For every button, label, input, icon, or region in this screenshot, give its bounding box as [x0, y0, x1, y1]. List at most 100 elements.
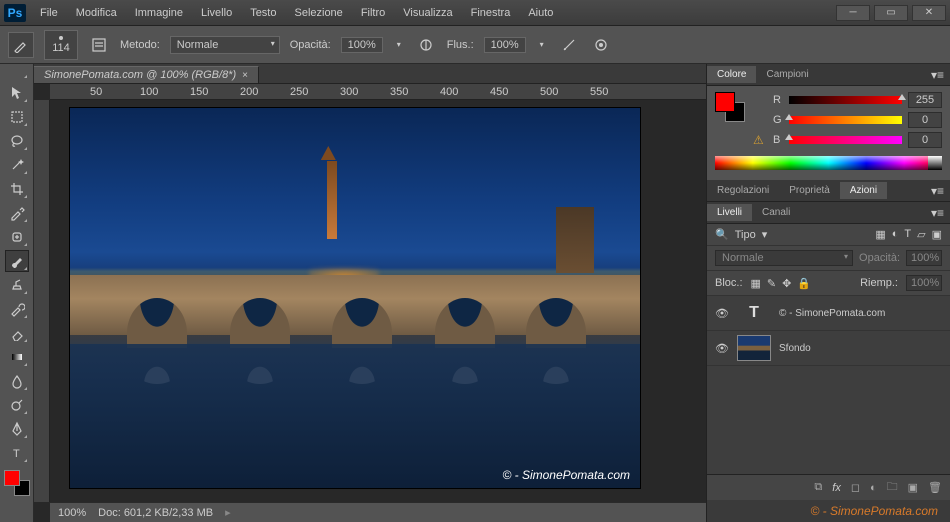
move-tool[interactable]	[5, 82, 29, 104]
filter-adjust-icon[interactable]: ◐	[892, 228, 899, 241]
menu-select[interactable]: Selezione	[286, 4, 350, 22]
layers-panel-menu-icon[interactable]: ▾≡	[925, 206, 950, 220]
flow-flyout-icon[interactable]: ▾	[536, 40, 548, 49]
eraser-tool[interactable]	[5, 322, 29, 344]
visibility-icon[interactable]: 👁	[715, 307, 729, 320]
close-tab-icon[interactable]: ×	[242, 70, 248, 81]
layer-opacity-field[interactable]: 100%	[906, 250, 942, 266]
link-layers-icon[interactable]: ⧉	[814, 481, 822, 494]
r-value[interactable]: 255	[908, 92, 942, 108]
minimize-button[interactable]: ─	[836, 5, 870, 21]
menu-file[interactable]: File	[32, 4, 66, 22]
layer-mask-icon[interactable]: ◻	[851, 481, 860, 494]
blend-mode-dropdown[interactable]: Normale	[170, 36, 280, 54]
adjust-panel-menu-icon[interactable]: ▾≡	[925, 184, 950, 198]
history-brush-tool[interactable]	[5, 298, 29, 320]
filter-pixel-icon[interactable]: ▦	[875, 228, 885, 241]
doc-size[interactable]: Doc: 601,2 KB/2,33 MB	[98, 507, 213, 519]
tab-actions[interactable]: Azioni	[840, 182, 887, 199]
type-tool[interactable]: T	[5, 442, 29, 464]
lock-all-icon[interactable]: 🔒	[797, 277, 811, 290]
r-slider[interactable]	[789, 95, 902, 105]
close-button[interactable]: ✕	[912, 5, 946, 21]
clone-stamp-tool[interactable]	[5, 274, 29, 296]
layer-name[interactable]: Sfondo	[779, 343, 811, 354]
opacity-field[interactable]: 100%	[341, 37, 383, 53]
adjustment-layer-icon[interactable]: ◐	[870, 482, 877, 494]
horizontal-ruler[interactable]: 50 100 150 200 250 300 350 400 450 500 5…	[50, 84, 706, 100]
magic-wand-tool[interactable]	[5, 154, 29, 176]
lock-pixels-icon[interactable]: ✎	[767, 277, 776, 290]
menu-help[interactable]: Aiuto	[520, 4, 561, 22]
pressure-size-icon[interactable]	[590, 34, 612, 56]
tab-layers[interactable]: Livelli	[707, 204, 752, 221]
g-slider[interactable]	[789, 115, 902, 125]
layer-blend-dropdown[interactable]: Normale	[715, 250, 853, 266]
tab-color[interactable]: Colore	[707, 66, 756, 83]
opacity-flyout-icon[interactable]: ▾	[393, 40, 405, 49]
eyedropper-tool[interactable]	[5, 202, 29, 224]
gamut-warning-icon[interactable]: ⚠	[753, 133, 767, 147]
color-swatch[interactable]	[4, 470, 30, 496]
layer-row[interactable]: 👁 T © - SimonePomata.com	[707, 296, 950, 331]
menu-layer[interactable]: Livello	[193, 4, 240, 22]
tab-swatches[interactable]: Campioni	[756, 66, 818, 83]
vertical-ruler[interactable]	[34, 100, 50, 502]
dodge-tool[interactable]	[5, 394, 29, 416]
menu-window[interactable]: Finestra	[463, 4, 519, 22]
g-value[interactable]: 0	[908, 112, 942, 128]
flow-label: Flus.:	[447, 39, 474, 51]
crop-tool[interactable]	[5, 178, 29, 200]
marquee-tool[interactable]	[5, 106, 29, 128]
layer-row[interactable]: 👁 Sfondo	[707, 331, 950, 366]
menu-edit[interactable]: Modifica	[68, 4, 125, 22]
new-layer-icon[interactable]: ▣	[908, 481, 918, 494]
healing-brush-tool[interactable]	[5, 226, 29, 248]
tab-adjustments[interactable]: Regolazioni	[707, 182, 779, 199]
menu-image[interactable]: Immagine	[127, 4, 191, 22]
document-tab[interactable]: SimonePomata.com @ 100% (RGB/8*) ×	[34, 66, 259, 83]
pen-tool[interactable]	[5, 418, 29, 440]
delete-layer-icon[interactable]: 🗑	[928, 481, 942, 494]
brush-preset-picker[interactable]: 114	[44, 30, 78, 60]
visibility-icon[interactable]: 👁	[715, 342, 729, 355]
brush-tool[interactable]	[5, 250, 29, 272]
layer-name[interactable]: © - SimonePomata.com	[779, 308, 885, 319]
filter-kind-flyout-icon[interactable]: ▾	[762, 228, 768, 241]
color-panel-menu-icon[interactable]: ▾≡	[925, 68, 950, 82]
color-spectrum[interactable]	[715, 156, 942, 170]
flow-field[interactable]: 100%	[484, 37, 526, 53]
canvas-viewport[interactable]: © - SimonePomata.com	[50, 100, 706, 502]
lock-position-icon[interactable]: ✥	[782, 277, 791, 290]
filter-shape-icon[interactable]: ▱	[917, 228, 925, 241]
lasso-tool[interactable]	[5, 130, 29, 152]
fill-field[interactable]: 100%	[906, 275, 942, 291]
status-flyout-icon[interactable]: ▸	[225, 506, 231, 519]
tool-preset-icon[interactable]	[8, 32, 34, 58]
lock-transparent-icon[interactable]: ▦	[751, 277, 761, 290]
filter-type-icon[interactable]: T	[904, 228, 911, 241]
tab-channels[interactable]: Canali	[752, 204, 800, 221]
foreground-color-swatch[interactable]	[4, 470, 20, 486]
gradient-tool[interactable]	[5, 346, 29, 368]
layer-filter-bar: 🔍 Tipo ▾ ▦ ◐ T ▱ ▣	[707, 224, 950, 246]
filter-smart-icon[interactable]: ▣	[932, 228, 942, 241]
b-slider[interactable]	[789, 135, 902, 145]
layer-fx-icon[interactable]: fx	[832, 482, 841, 494]
pressure-opacity-icon[interactable]	[415, 34, 437, 56]
filter-kind-icon[interactable]: 🔍	[715, 228, 729, 241]
maximize-button[interactable]: ▭	[874, 5, 908, 21]
airbrush-icon[interactable]	[558, 34, 580, 56]
tab-properties[interactable]: Proprietà	[779, 182, 840, 199]
menu-type[interactable]: Testo	[242, 4, 284, 22]
group-icon[interactable]: 🗀	[887, 478, 898, 497]
b-value[interactable]: 0	[908, 132, 942, 148]
menu-view[interactable]: Visualizza	[395, 4, 460, 22]
svg-text:T: T	[13, 448, 20, 460]
zoom-level[interactable]: 100%	[58, 507, 86, 519]
color-panel-swatch[interactable]	[715, 92, 745, 122]
blur-tool[interactable]	[5, 370, 29, 392]
toolbar-grip[interactable]	[5, 68, 29, 80]
menu-filter[interactable]: Filtro	[353, 4, 393, 22]
brush-panel-icon[interactable]	[88, 34, 110, 56]
